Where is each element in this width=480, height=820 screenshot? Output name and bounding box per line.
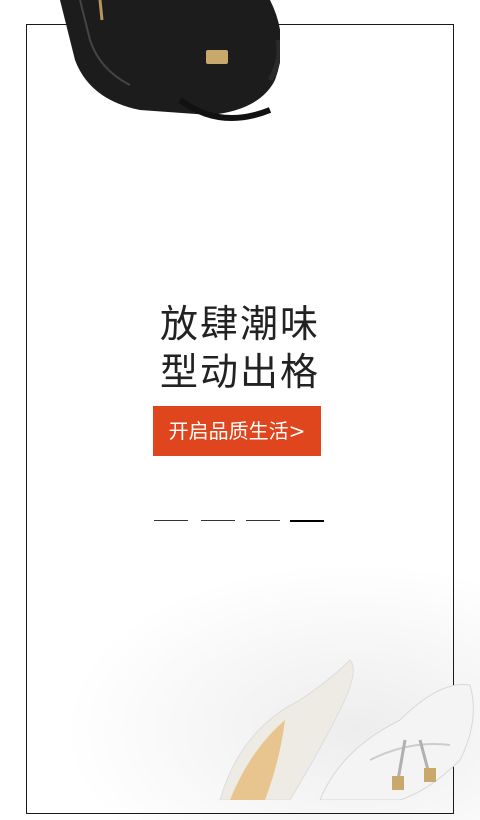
hero-slogan: 放肆潮味 型动出格	[0, 300, 480, 396]
page-indicator	[154, 520, 329, 524]
start-quality-life-button[interactable]: 开启品质生活>	[153, 406, 321, 456]
headline-line-1: 放肆潮味	[159, 302, 320, 346]
page-dot-1[interactable]	[154, 520, 188, 521]
page-dot-3[interactable]	[246, 520, 280, 521]
backpack-image	[60, 0, 280, 121]
page-dot-2[interactable]	[201, 520, 235, 521]
headline-line-2: 型动出格	[159, 350, 320, 394]
shoes-image	[219, 659, 474, 800]
page-dot-4[interactable]	[290, 520, 324, 522]
